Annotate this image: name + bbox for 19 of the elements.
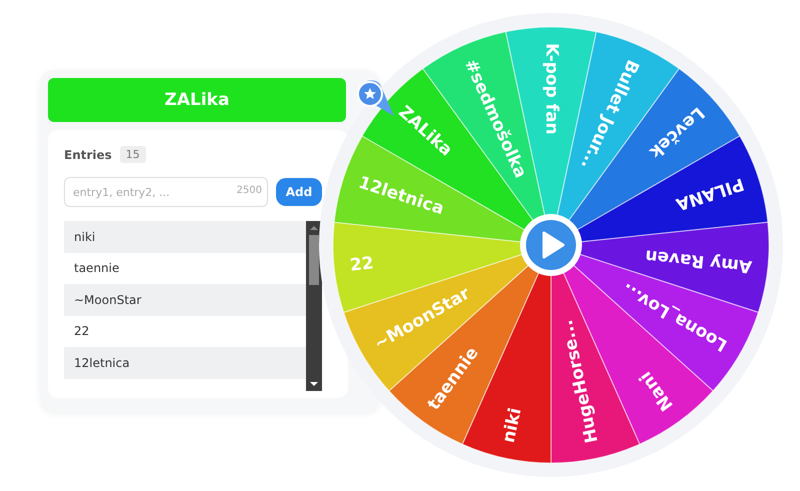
segment-label: K-pop fan xyxy=(541,43,562,135)
scroll-thumb[interactable] xyxy=(309,235,319,285)
segment-label: 22 xyxy=(349,253,375,276)
winner-banner: ZALika xyxy=(48,78,346,122)
entry-item[interactable]: 12letnica xyxy=(64,347,306,378)
scroll-down-icon[interactable] xyxy=(310,381,318,387)
entry-item[interactable]: taennie xyxy=(64,252,306,284)
segment-label: niki xyxy=(498,406,526,445)
scroll-up-icon[interactable] xyxy=(310,225,318,231)
entries-label: Entries xyxy=(64,148,112,162)
character-counter: 2500 xyxy=(236,185,262,196)
scrollbar[interactable] xyxy=(306,221,322,391)
entries-count: 15 xyxy=(120,146,146,163)
entry-item[interactable]: 22 xyxy=(64,316,306,347)
add-button[interactable]: Add xyxy=(276,178,322,206)
spin-button[interactable] xyxy=(520,214,582,276)
entry-item[interactable]: niki xyxy=(64,221,306,252)
entry-item[interactable]: ~MoonStar xyxy=(64,284,306,316)
segment-label: Amy Raven xyxy=(644,245,753,276)
